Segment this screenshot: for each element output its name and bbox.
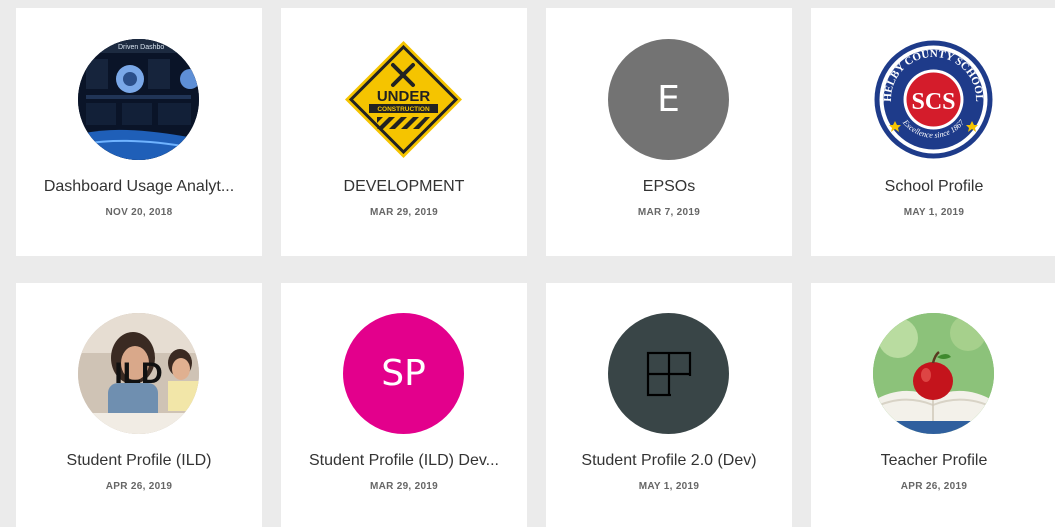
workspace-date: APR 26, 2019 <box>900 481 968 492</box>
workspace-card-development[interactable]: UNDER CONSTRUCTION DEVELOPMENT MAR 29, 2… <box>281 8 527 256</box>
under-construction-sign-icon: UNDER CONSTRUCTION <box>343 39 464 160</box>
workspace-title: Student Profile (ILD) <box>66 452 212 469</box>
dashboard-header-text: Driven Dashbo <box>118 44 164 51</box>
workspace-date: MAR 29, 2019 <box>369 207 439 218</box>
avatar-initials: E <box>657 79 680 120</box>
workspace-card-epsos[interactable]: E EPSOs MAR 7, 2019 <box>546 8 792 256</box>
workspace-title: EPSOs <box>642 178 696 195</box>
workspace-date: MAY 1, 2019 <box>903 207 965 218</box>
workspace-title: Student Profile (ILD) Dev... <box>309 452 499 469</box>
workspace-card-school-profile[interactable]: SHELBY COUNTY SCHOOLS Excellence since 1… <box>811 8 1055 256</box>
workspace-date: MAY 1, 2019 <box>638 481 700 492</box>
workspace-date: NOV 20, 2018 <box>105 207 173 218</box>
workspace-card-student-profile-ild[interactable]: ILD Student Profile (ILD) APR 26, 2019 <box>16 283 262 527</box>
workspace-title: School Profile <box>884 178 984 195</box>
seal-center-text: SCS <box>911 89 955 115</box>
avatar-overlay-text: ILD <box>114 356 163 390</box>
workspace-card-student-profile-ild-dev[interactable]: SP Student Profile (ILD) Dev... MAR 29, … <box>281 283 527 527</box>
dashboard-screenshot-icon: Driven Dashbo <box>78 39 199 160</box>
workspace-title: Dashboard Usage Analyt... <box>43 178 235 195</box>
layout-grid-icon <box>608 313 729 434</box>
workspace-date: MAR 7, 2019 <box>637 207 701 218</box>
workspace-grid: Driven Dashbo Dashboard Usage Analyt... … <box>0 0 1055 527</box>
workspace-title: Student Profile 2.0 (Dev) <box>581 452 757 469</box>
shelby-county-schools-seal-icon: SHELBY COUNTY SCHOOLS Excellence since 1… <box>873 39 994 160</box>
workspace-date: MAR 29, 2019 <box>369 481 439 492</box>
workspace-title: DEVELOPMENT <box>343 178 465 195</box>
sign-text-construction: CONSTRUCTION <box>377 106 430 113</box>
workspace-date: APR 26, 2019 <box>105 481 173 492</box>
sign-text-under: UNDER <box>377 88 431 105</box>
workspace-card-dashboard-usage[interactable]: Driven Dashbo Dashboard Usage Analyt... … <box>16 8 262 256</box>
students-photo-icon: ILD <box>78 313 199 434</box>
initials-avatar: SP <box>343 313 464 434</box>
workspace-card-student-profile-2-dev[interactable]: Student Profile 2.0 (Dev) MAY 1, 2019 <box>546 283 792 527</box>
initials-avatar: E <box>608 39 729 160</box>
workspace-title: Teacher Profile <box>880 452 988 469</box>
apple-on-book-photo-icon <box>873 313 994 434</box>
avatar-initials: SP <box>381 353 426 394</box>
workspace-card-teacher-profile[interactable]: Teacher Profile APR 26, 2019 <box>811 283 1055 527</box>
